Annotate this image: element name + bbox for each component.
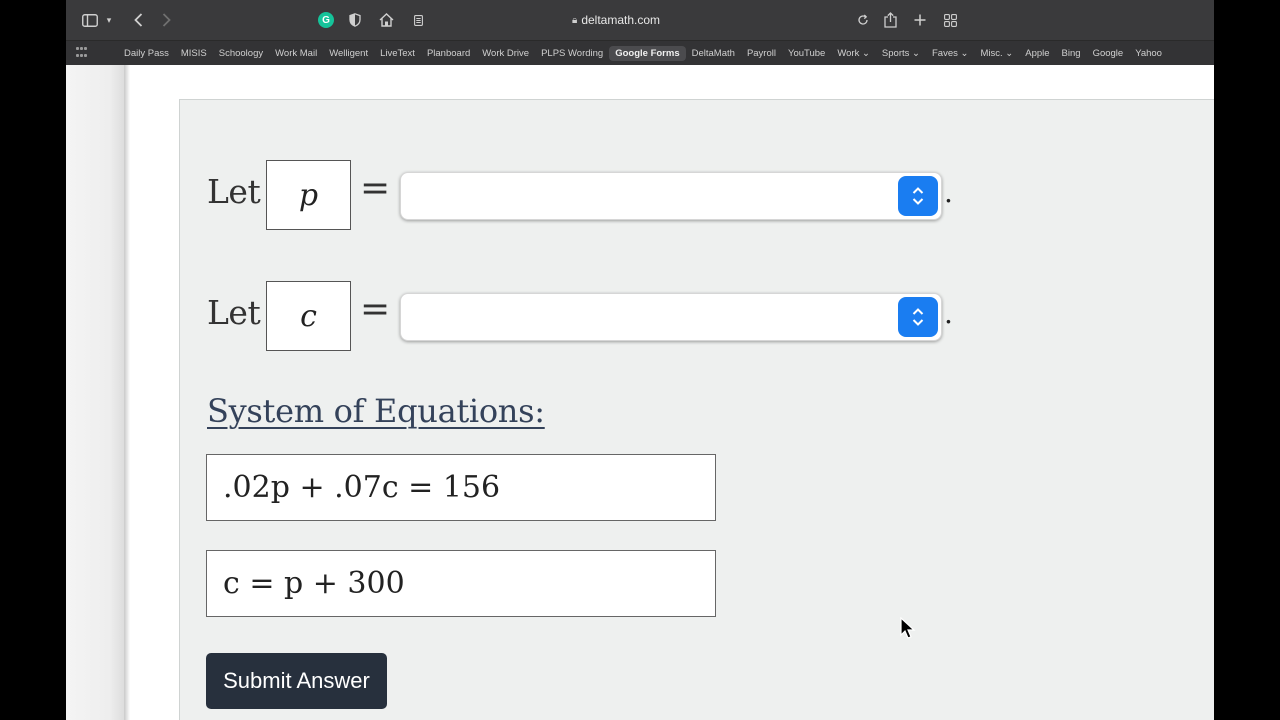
submit-answer-button[interactable]: Submit Answer — [206, 653, 387, 709]
bookmark-payroll[interactable]: Payroll — [741, 46, 782, 61]
sentence-period: . — [944, 176, 953, 209]
equation-text: .02p + .07c = 156 — [223, 470, 501, 505]
let-label: Let — [207, 293, 261, 332]
bookmark-daily-pass[interactable]: Daily Pass — [118, 46, 175, 61]
bookmark-livetext[interactable]: LiveText — [374, 46, 421, 61]
browser-toolbar: ▾ G 🔒︎ deltamath.com — [66, 0, 1214, 40]
bookmark-folder-sports[interactable]: Sports ⌄ — [876, 46, 926, 61]
equation-box-2: c = p + 300 — [206, 550, 716, 617]
variable-box-p: p — [266, 160, 351, 230]
back-icon[interactable] — [130, 9, 146, 31]
sentence-period: . — [944, 297, 953, 330]
variable-box-c: c — [266, 281, 351, 351]
equals-sign: = — [360, 168, 391, 209]
variable-name: c — [300, 298, 317, 334]
page-left-margin — [66, 65, 128, 720]
bookmark-apple[interactable]: Apple — [1019, 46, 1055, 61]
equals-sign: = — [360, 289, 391, 330]
bookmarks-list: Daily Pass MISIS Schoology Work Mail Wel… — [118, 41, 1168, 65]
bookmark-google-forms[interactable]: Google Forms — [609, 45, 686, 61]
definition-select-p[interactable] — [400, 172, 942, 220]
sidebar-menu-chevron-icon[interactable]: ▾ — [104, 9, 114, 31]
bookmark-work-mail[interactable]: Work Mail — [269, 46, 323, 61]
bookmark-folder-work[interactable]: Work ⌄ — [831, 46, 876, 61]
share-icon[interactable] — [882, 9, 898, 31]
definition-select-c[interactable] — [400, 293, 942, 341]
address-bar[interactable]: 🔒︎ deltamath.com — [396, 9, 836, 31]
reload-icon[interactable] — [856, 9, 870, 31]
bookmark-schoology[interactable]: Schoology — [213, 46, 269, 61]
bookmark-yahoo[interactable]: Yahoo — [1129, 46, 1168, 61]
apps-grid-icon[interactable] — [76, 47, 88, 59]
forward-icon[interactable] — [158, 9, 174, 31]
bookmark-folder-misc[interactable]: Misc. ⌄ — [974, 46, 1019, 61]
page-content: Let p = . Let c = . System of Equations:… — [66, 65, 1214, 720]
system-of-equations-heading: System of Equations: — [207, 392, 545, 430]
tab-overview-icon[interactable] — [942, 9, 958, 31]
page-edge-shadow — [124, 65, 130, 720]
let-label: Let — [207, 172, 261, 211]
bookmark-deltamath[interactable]: DeltaMath — [686, 46, 741, 61]
new-tab-icon[interactable] — [912, 9, 928, 31]
bookmarks-bar: Daily Pass MISIS Schoology Work Mail Wel… — [66, 40, 1214, 65]
bookmark-folder-faves[interactable]: Faves ⌄ — [926, 46, 974, 61]
address-text: deltamath.com — [581, 13, 661, 27]
privacy-shield-icon[interactable] — [348, 9, 362, 31]
bookmark-welligent[interactable]: Welligent — [323, 46, 374, 61]
bookmark-google[interactable]: Google — [1087, 46, 1130, 61]
mouse-pointer-icon — [900, 617, 916, 639]
sidebar-toggle-icon[interactable] — [80, 9, 100, 31]
home-icon[interactable] — [378, 9, 394, 31]
bookmark-misis[interactable]: MISIS — [175, 46, 213, 61]
bookmark-youtube[interactable]: YouTube — [782, 46, 831, 61]
lock-icon: 🔒︎ — [571, 14, 578, 26]
problem-panel: Let p = . Let c = . System of Equations:… — [179, 99, 1214, 720]
equation-text: c = p + 300 — [223, 566, 405, 601]
bookmark-work-drive[interactable]: Work Drive — [476, 46, 535, 61]
select-arrows-icon[interactable] — [898, 176, 938, 216]
variable-name: p — [298, 177, 319, 213]
grammarly-extension-icon[interactable]: G — [318, 12, 334, 28]
bookmark-bing[interactable]: Bing — [1056, 46, 1087, 61]
bookmark-plps-wording[interactable]: PLPS Wording — [535, 46, 609, 61]
bookmark-planboard[interactable]: Planboard — [421, 46, 476, 61]
select-arrows-icon[interactable] — [898, 297, 938, 337]
browser-window: ▾ G 🔒︎ deltamath.com Daily Pass MISIS Sc… — [66, 0, 1214, 720]
equation-box-1: .02p + .07c = 156 — [206, 454, 716, 521]
